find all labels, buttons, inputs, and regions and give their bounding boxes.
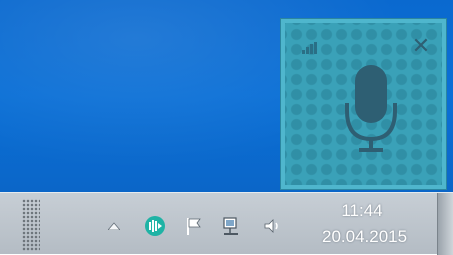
taskbar-grip[interactable] (22, 199, 40, 251)
voice-widget: ✕ (281, 19, 446, 189)
action-center-flag-icon[interactable] (184, 216, 204, 236)
microphone-icon[interactable] (341, 63, 401, 153)
clock-date: 20.04.2015 (322, 227, 408, 246)
volume-icon[interactable] (262, 216, 282, 236)
clock[interactable]: 11:44 20.04.2015 (322, 201, 408, 248)
show-hidden-icons-arrow[interactable] (108, 216, 120, 236)
network-icon[interactable] (220, 216, 242, 236)
clock-time: 11:44 (341, 201, 383, 220)
show-desktop-button[interactable] (437, 193, 453, 255)
close-icon[interactable]: ✕ (410, 35, 432, 57)
taskbar: 11:44 20.04.2015 (0, 192, 453, 255)
signal-strength-icon (302, 42, 320, 54)
app-tray-icon[interactable] (144, 216, 166, 236)
